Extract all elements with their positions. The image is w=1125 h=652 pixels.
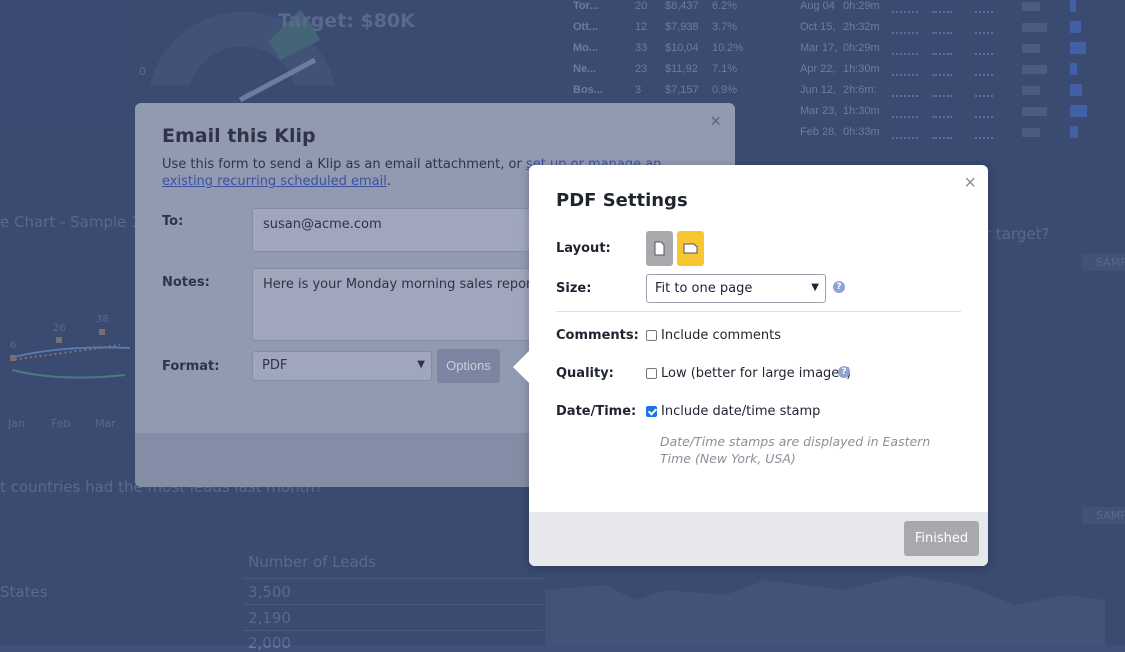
layout-landscape-button[interactable] [677,231,704,266]
quality-label: Quality: [556,366,614,381]
quality-checkbox[interactable] [646,368,657,379]
comments-checkbox[interactable] [646,330,657,341]
landscape-page-icon [683,243,698,254]
datetime-note: Date/Time stamps are displayed in Easter… [660,434,931,466]
portrait-page-icon [654,241,665,256]
size-value: Fit to one page [655,281,753,296]
comments-label: Comments: [556,328,639,343]
layout-portrait-button[interactable] [646,231,673,266]
close-icon[interactable]: × [964,172,976,195]
help-icon[interactable]: ? [838,366,850,378]
dialog-title: Email this Klip [162,125,316,147]
datetime-checkbox[interactable] [646,406,657,417]
format-value: PDF [262,358,288,373]
notes-label: Notes: [162,275,210,290]
close-icon[interactable]: × [710,111,721,132]
popover-pointer [513,351,529,383]
help-icon[interactable]: ? [833,281,845,293]
dialog-footer: Finished [529,512,988,566]
to-label: To: [162,214,184,229]
chevron-down-icon: ▼ [417,359,425,370]
description-suffix: . [386,174,391,189]
format-select[interactable]: PDF ▼ [252,351,432,381]
pdf-settings-dialog: × PDF Settings Layout: Size: Fit to one … [513,165,988,566]
description-text: Use this form to send a Klip as an email… [162,157,526,172]
size-select[interactable]: Fit to one page ▼ [646,274,826,303]
comments-option-label: Include comments [661,328,781,343]
layout-label: Layout: [556,241,611,256]
quality-option-label: Low (better for large images) [661,366,852,381]
datetime-option-label: Include date/time stamp [661,404,821,419]
datetime-label: Date/Time: [556,404,637,419]
size-label: Size: [556,281,592,296]
format-label: Format: [162,359,220,374]
dialog-title: PDF Settings [556,190,688,211]
options-button[interactable]: Options [437,349,500,383]
finished-button[interactable]: Finished [904,521,979,556]
to-field[interactable]: susan@acme.com [252,208,552,252]
notes-field[interactable]: Here is your Monday morning sales report [252,268,552,341]
chevron-down-icon: ▼ [811,282,819,293]
divider [556,311,961,312]
